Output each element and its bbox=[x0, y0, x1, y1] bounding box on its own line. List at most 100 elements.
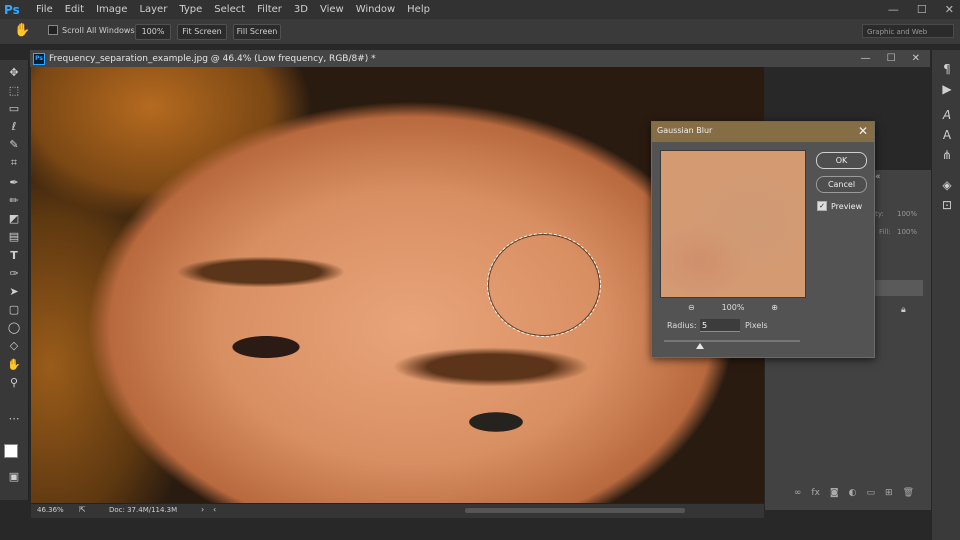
move-tool-icon[interactable]: ✥ bbox=[6, 66, 22, 80]
scroll-all-windows-option[interactable]: Scroll All Windows bbox=[48, 25, 135, 35]
menu-filter[interactable]: Filter bbox=[251, 4, 288, 15]
lasso-tool-icon[interactable]: ℓ bbox=[6, 120, 22, 134]
status-zoom[interactable]: 46.36% bbox=[37, 506, 64, 514]
quick-select-tool-icon[interactable]: ✎ bbox=[6, 138, 22, 152]
lock-icon: 🔒︎ bbox=[901, 305, 906, 315]
scroll-left-icon[interactable]: ‹ bbox=[213, 505, 216, 514]
preview-label: Preview bbox=[831, 201, 863, 211]
status-bar: 46.36% ⇱ Doc: 37.4M/114.3M › ‹ bbox=[31, 503, 764, 518]
layers-icon[interactable]: ◈ bbox=[939, 178, 955, 192]
glyphs-icon[interactable]: A bbox=[939, 128, 955, 142]
menu-help[interactable]: Help bbox=[401, 4, 436, 15]
radius-label: Radius: bbox=[667, 321, 697, 330]
maximize-icon[interactable]: ☐ bbox=[917, 3, 927, 16]
menu-window[interactable]: Window bbox=[350, 4, 401, 15]
status-doc-info: Doc: 37.4M/114.3M bbox=[109, 506, 178, 514]
scroll-all-checkbox[interactable] bbox=[48, 25, 58, 35]
zoom-100-button[interactable]: 100% bbox=[135, 24, 171, 40]
radius-slider-thumb[interactable] bbox=[696, 343, 704, 349]
crop-tool-icon[interactable]: ⌗ bbox=[6, 156, 22, 170]
doc-minimize-icon[interactable]: — bbox=[861, 53, 871, 64]
radius-slider-track[interactable] bbox=[664, 340, 800, 342]
zoom-tool-icon[interactable]: ⚲ bbox=[6, 376, 22, 390]
screen-mode-icon[interactable]: ▣ bbox=[6, 470, 22, 484]
dialog-title: Gaussian Blur bbox=[657, 126, 713, 135]
right-dock: ¶ ▶ A A ⋔ ◈ ⊡ bbox=[931, 50, 960, 540]
fx-icon[interactable]: fx bbox=[811, 488, 820, 498]
character-icon[interactable]: A bbox=[939, 108, 955, 122]
menu-view[interactable]: View bbox=[314, 4, 350, 15]
hand-tool-icon[interactable]: ✋ bbox=[14, 23, 30, 38]
layers-footer: ∞ fx ◙ ◐ ▭ ⊞ 🗑︎ bbox=[765, 483, 932, 503]
window-controls: — ☐ ✕ bbox=[888, 0, 954, 19]
horizontal-scrollbar[interactable] bbox=[465, 508, 685, 513]
artboard-tool-icon[interactable]: ⬚ bbox=[6, 84, 22, 98]
radius-input[interactable] bbox=[700, 319, 740, 332]
add-mask-icon[interactable]: ◙ bbox=[830, 488, 839, 498]
eyedropper-tool-icon[interactable]: ✒ bbox=[6, 176, 22, 190]
opacity-value[interactable]: 100% bbox=[897, 210, 917, 218]
gradient-tool-icon[interactable]: ▤ bbox=[6, 230, 22, 244]
pen-tool-icon[interactable]: ✑ bbox=[6, 267, 22, 281]
fill-screen-button[interactable]: Fill Screen bbox=[233, 24, 281, 40]
fit-screen-button[interactable]: Fit Screen bbox=[177, 24, 227, 40]
path-select-tool-icon[interactable]: ➤ bbox=[6, 285, 22, 299]
play-icon[interactable]: ▶ bbox=[939, 82, 955, 96]
menu-file[interactable]: File bbox=[30, 4, 59, 15]
foreground-color-swatch[interactable] bbox=[4, 444, 18, 458]
preview-checkbox[interactable]: ✓ bbox=[817, 201, 827, 211]
menu-3d[interactable]: 3D bbox=[288, 4, 314, 15]
workspace-select[interactable]: Graphic and Web bbox=[862, 24, 954, 38]
menu-select[interactable]: Select bbox=[208, 4, 251, 15]
options-bar: ✋ Scroll All Windows 100% Fit Screen Fil… bbox=[0, 19, 960, 45]
cancel-button[interactable]: Cancel bbox=[816, 176, 867, 193]
doc-close-icon[interactable]: ✕ bbox=[912, 53, 920, 64]
zoom-in-icon[interactable]: ⊕ bbox=[771, 303, 778, 312]
trash-icon[interactable]: 🗑︎ bbox=[903, 488, 914, 498]
paragraph-icon[interactable]: ¶ bbox=[939, 62, 955, 76]
ps-document-icon: Ps bbox=[33, 52, 45, 65]
document-tab[interactable]: Ps Frequency_separation_example.jpg @ 46… bbox=[30, 50, 376, 67]
group-icon[interactable]: ▭ bbox=[867, 488, 876, 498]
menu-image[interactable]: Image bbox=[90, 4, 133, 15]
menu-bar: Ps File Edit Image Layer Type Select Fil… bbox=[0, 0, 960, 19]
marquee-tool-icon[interactable]: ▭ bbox=[6, 102, 22, 116]
status-menu-arrow-icon[interactable]: › bbox=[201, 505, 204, 514]
channels-icon[interactable]: ⊡ bbox=[939, 198, 955, 212]
rectangle-tool-icon[interactable]: ▢ bbox=[6, 303, 22, 317]
more-tools-icon[interactable]: ⋯ bbox=[6, 412, 22, 426]
tools-panel: ✥ ⬚ ▭ ℓ ✎ ⌗ ✒ ✏ ◩ ▤ T ✑ ➤ ▢ ◯ ◇ ✋ ⚲ ⋯ ▣ bbox=[0, 60, 29, 500]
dialog-titlebar[interactable]: Gaussian Blur ✕ bbox=[652, 122, 874, 142]
dialog-close-icon[interactable]: ✕ bbox=[858, 124, 868, 138]
panel-collapse-icon[interactable]: « bbox=[875, 172, 881, 182]
menu-type[interactable]: Type bbox=[173, 4, 208, 15]
doc-maximize-icon[interactable]: ☐ bbox=[887, 53, 896, 64]
preview-zoom-row: ⊖ 100% ⊕ bbox=[688, 300, 778, 314]
close-icon[interactable]: ✕ bbox=[945, 3, 954, 16]
type-tool-icon[interactable]: T bbox=[6, 249, 22, 263]
adjust-icon[interactable]: ⋔ bbox=[939, 148, 955, 162]
hand-tool-sidebar-icon[interactable]: ✋ bbox=[6, 358, 22, 372]
menu-edit[interactable]: Edit bbox=[59, 4, 90, 15]
zoom-out-icon[interactable]: ⊖ bbox=[688, 303, 695, 312]
blur-preview[interactable] bbox=[660, 150, 806, 298]
clone-stamp-tool-icon[interactable]: ◇ bbox=[6, 339, 22, 353]
preview-toggle[interactable]: ✓ Preview bbox=[817, 201, 862, 211]
brush-tool-icon[interactable]: ✏ bbox=[6, 194, 22, 208]
fill-label: Fill: bbox=[879, 228, 891, 236]
ellipse-tool-icon[interactable]: ◯ bbox=[6, 321, 22, 335]
ok-button[interactable]: OK bbox=[816, 152, 867, 169]
new-layer-icon[interactable]: ⊞ bbox=[885, 488, 893, 498]
link-layers-icon[interactable]: ∞ bbox=[794, 488, 802, 498]
share-icon[interactable]: ⇱ bbox=[79, 505, 86, 514]
eraser-tool-icon[interactable]: ◩ bbox=[6, 212, 22, 226]
minimize-icon[interactable]: — bbox=[888, 3, 899, 16]
radius-unit: Pixels bbox=[745, 321, 768, 330]
menu-layer[interactable]: Layer bbox=[133, 4, 173, 15]
fill-value[interactable]: 100% bbox=[897, 228, 917, 236]
photoshop-logo: Ps bbox=[4, 2, 20, 17]
selection-marquee[interactable] bbox=[487, 233, 601, 337]
document-tab-bar: Ps Frequency_separation_example.jpg @ 46… bbox=[30, 50, 930, 67]
document-tab-title: Frequency_separation_example.jpg @ 46.4%… bbox=[49, 53, 376, 64]
adjustment-layer-icon[interactable]: ◐ bbox=[849, 488, 857, 498]
